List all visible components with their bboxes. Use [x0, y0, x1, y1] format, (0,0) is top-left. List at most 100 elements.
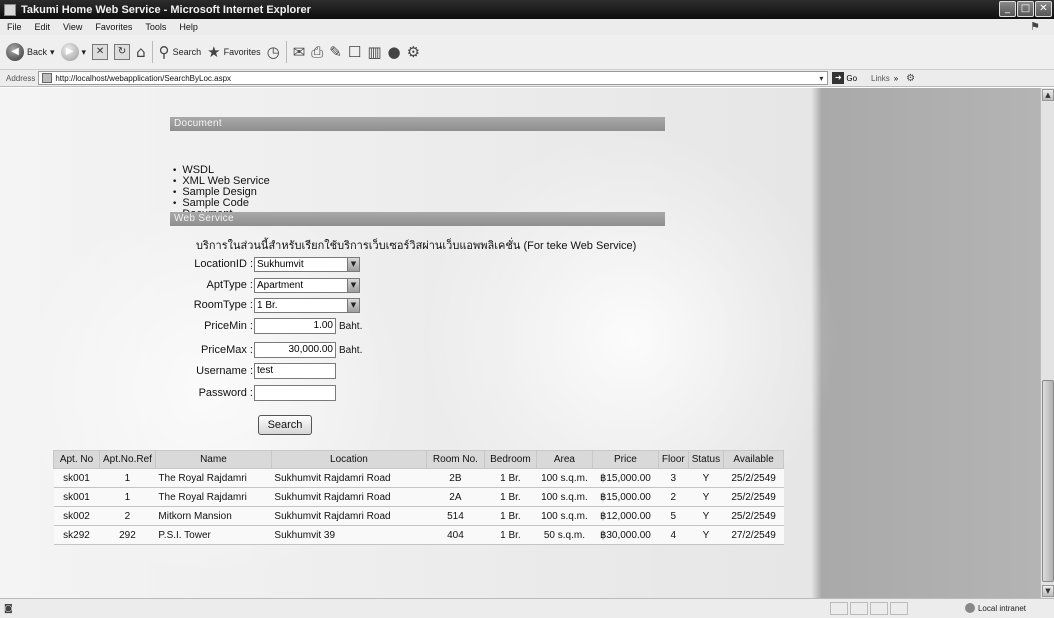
status-bar: ◙ Local intranet — [0, 598, 1054, 618]
apttype-row: AptType : Apartment ▼ — [150, 276, 360, 294]
chevron-right-icon[interactable]: » — [894, 74, 898, 83]
roomtype-label: RoomType : — [193, 299, 253, 311]
toolbar-extra-icon[interactable]: ⚙ — [906, 73, 915, 84]
username-row: Username : test — [150, 362, 336, 380]
apttype-select[interactable]: Apartment ▼ — [254, 277, 360, 293]
chevron-down-icon[interactable]: ▼ — [347, 298, 359, 312]
results-table: Apt. No Apt.No.Ref Name Location Room No… — [53, 450, 785, 545]
cell-apt-no: sk002 — [53, 506, 100, 526]
go-label: Go — [846, 73, 858, 83]
cell-apt-ref: 1 — [99, 487, 156, 507]
cell-room-no: 2B — [426, 468, 485, 488]
pricemax-unit: Baht. — [339, 344, 363, 356]
cell-location: Sukhumvit 39 — [271, 525, 427, 545]
password-input[interactable] — [254, 385, 336, 401]
toolbar-separator — [151, 41, 153, 63]
location-value: Sukhumvit — [257, 258, 304, 270]
column-header: Apt. No — [53, 450, 100, 469]
column-header: Status — [687, 450, 725, 469]
column-header: Price — [591, 450, 659, 469]
pricemin-unit: Baht. — [339, 320, 363, 332]
refresh-icon[interactable]: ↻ — [114, 44, 131, 60]
cell-name: P.S.I. Tower — [155, 525, 272, 545]
search-icon: ⚲ — [158, 43, 170, 61]
cell-status: Y — [688, 487, 724, 507]
print-icon[interactable]: ⎙ — [311, 43, 323, 61]
cell-name: Mitkorn Mansion — [155, 506, 272, 526]
cell-status: Y — [688, 525, 724, 545]
mail-icon[interactable]: ✉ — [293, 43, 306, 61]
password-label: Password : — [198, 387, 253, 399]
close-button[interactable]: ✕ — [1035, 1, 1052, 17]
discuss-icon[interactable]: ☐ — [348, 43, 361, 61]
window-controls: _ □ ✕ — [999, 1, 1052, 17]
password-row: Password : — [150, 384, 336, 402]
menu-edit[interactable]: Edit — [28, 22, 57, 32]
cell-bedroom: 1 Br. — [484, 487, 537, 507]
cell-floor: 4 — [658, 525, 689, 545]
menu-view[interactable]: View — [56, 22, 88, 32]
table-row: sk292 292 P.S.I. Tower Sukhumvit 39 404 … — [53, 525, 784, 545]
chevron-down-icon[interactable]: ▼ — [347, 278, 359, 292]
forward-button[interactable]: ▶ ▾ — [60, 43, 86, 61]
address-dropdown-icon[interactable]: ▾ — [815, 74, 827, 83]
cell-floor: 5 — [658, 506, 689, 526]
menu-tools[interactable]: Tools — [138, 22, 172, 32]
cell-price: ฿15,000.00 — [592, 468, 659, 488]
cell-apt-ref: 1 — [99, 468, 156, 488]
ie-app-icon — [4, 3, 16, 16]
cell-status: Y — [688, 468, 724, 488]
scroll-up-icon[interactable]: ▲ — [1042, 89, 1054, 101]
search-button[interactable]: ⚲ Search — [159, 43, 202, 61]
scroll-thumb[interactable] — [1042, 380, 1054, 582]
window-titlebar: Takumi Home Web Service - Microsoft Inte… — [0, 0, 1054, 19]
search-submit-button[interactable]: Search — [258, 415, 312, 435]
back-arrow-icon: ◀ — [6, 43, 24, 61]
pricemax-input[interactable]: 30,000.00 — [254, 342, 336, 358]
favorites-button[interactable]: ★ Favorites — [207, 43, 260, 61]
cell-bedroom: 1 Br. — [484, 468, 537, 488]
address-input[interactable]: http://localhost/webapplication/SearchBy… — [38, 71, 829, 85]
username-label: Username : — [196, 365, 253, 377]
address-url: http://localhost/webapplication/SearchBy… — [55, 73, 232, 83]
status-cell — [870, 602, 888, 615]
location-select[interactable]: Sukhumvit ▼ — [254, 256, 360, 272]
go-button[interactable]: ➜ Go — [832, 72, 857, 84]
scroll-down-icon[interactable]: ▼ — [1042, 585, 1054, 597]
links-button[interactable]: Links — [871, 74, 890, 83]
back-button[interactable]: ◀ Back ▾ — [6, 43, 55, 61]
cell-available: 25/2/2549 — [723, 487, 784, 507]
table-header-row: Apt. No Apt.No.Ref Name Location Room No… — [53, 450, 785, 469]
menu-file[interactable]: File — [0, 22, 28, 32]
cell-location: Sukhumvit Rajdamri Road — [271, 468, 427, 488]
cell-status: Y — [688, 506, 724, 526]
back-dropdown-icon: ▾ — [50, 46, 55, 57]
research-icon[interactable]: ▥ — [367, 43, 381, 61]
table-row: sk002 2 Mitkorn Mansion Sukhumvit Rajdam… — [53, 506, 784, 526]
vertical-scrollbar[interactable]: ▲ ▼ — [1040, 88, 1054, 598]
edit-icon[interactable]: ✎ — [329, 43, 342, 61]
stop-icon[interactable]: ✕ — [92, 44, 109, 60]
minimize-button[interactable]: _ — [999, 1, 1016, 17]
messenger-icon[interactable]: ● — [388, 43, 401, 61]
maximize-button[interactable]: □ — [1017, 1, 1034, 17]
intro-text: บริการในส่วนนี้สำหรับเรียกใช้บริการเว็บเ… — [196, 240, 637, 252]
roomtype-select[interactable]: 1 Br. ▼ — [254, 297, 360, 313]
menu-bar: File Edit View Favorites Tools Help ⚑ — [0, 19, 1054, 35]
zone-label: Local intranet — [977, 603, 1026, 613]
username-input[interactable]: test — [254, 363, 336, 379]
history-icon[interactable]: ◷ — [267, 43, 280, 61]
cell-available: 27/2/2549 — [723, 525, 784, 545]
table-row: sk001 1 The Royal Rajdamri Sukhumvit Raj… — [53, 487, 784, 507]
column-header: Room No. — [425, 450, 485, 469]
pricemax-row: PriceMax : 30,000.00 Baht. — [150, 341, 362, 359]
cell-floor: 3 — [658, 468, 689, 488]
tools-icon[interactable]: ⚙ — [407, 43, 420, 61]
menu-favorites[interactable]: Favorites — [88, 22, 138, 32]
chevron-down-icon[interactable]: ▼ — [347, 257, 359, 271]
cell-available: 25/2/2549 — [723, 506, 784, 526]
menu-help[interactable]: Help — [172, 22, 204, 32]
home-icon[interactable]: ⌂ — [136, 43, 146, 61]
location-label: LocationID : — [194, 258, 253, 270]
pricemin-input[interactable]: 1.00 — [254, 318, 336, 334]
